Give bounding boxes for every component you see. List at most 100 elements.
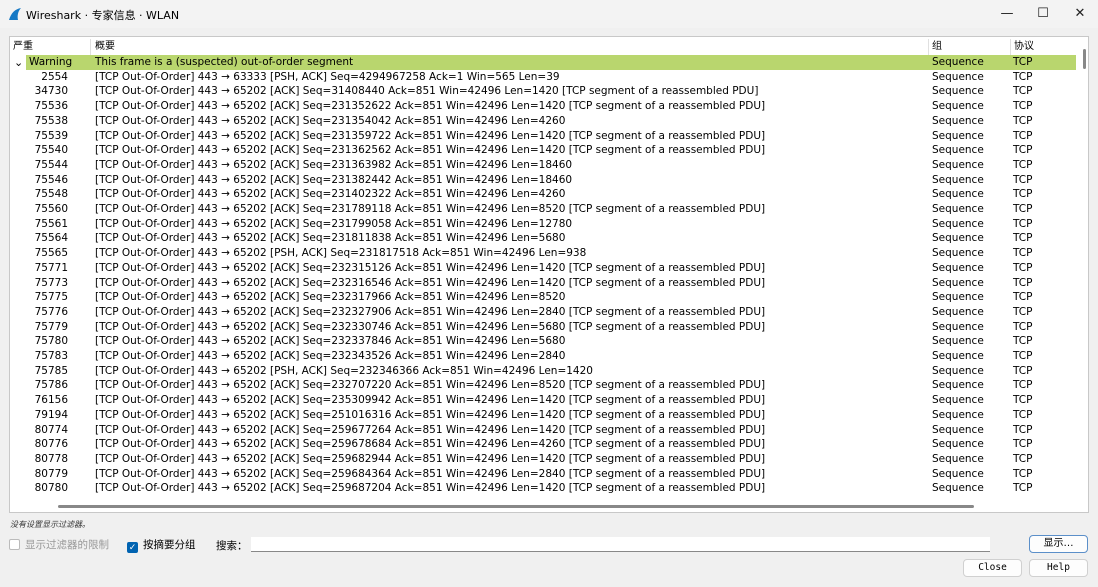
table-row[interactable]: 75536 [TCP Out-Of-Order] 443 → 65202 [AC… (10, 99, 1076, 114)
group-row-warning[interactable]: Warning This frame is a (suspected) out-… (26, 55, 1076, 70)
summary-cell: [TCP Out-Of-Order] 443 → 65202 [ACK] Seq… (95, 350, 566, 362)
table-row[interactable]: 80776 [TCP Out-Of-Order] 443 → 65202 [AC… (10, 437, 1076, 452)
frame-number-cell: 75540 (34, 144, 68, 157)
table-row[interactable]: 75538 [TCP Out-Of-Order] 443 → 65202 [AC… (10, 114, 1076, 129)
table-row[interactable]: 75548 [TCP Out-Of-Order] 443 → 65202 [AC… (10, 187, 1076, 202)
table-row[interactable]: 75544 [TCP Out-Of-Order] 443 → 65202 [AC… (10, 158, 1076, 173)
column-divider[interactable] (928, 39, 929, 55)
expand-chevron-icon[interactable]: ⌄ (14, 56, 23, 69)
wireshark-logo-icon (9, 8, 21, 20)
table-row[interactable]: 80780 [TCP Out-Of-Order] 443 → 65202 [AC… (10, 481, 1076, 496)
frame-number-cell: 75780 (34, 335, 68, 348)
table-row[interactable]: 75779 [TCP Out-Of-Order] 443 → 65202 [AC… (10, 320, 1076, 335)
protocol-cell: TCP (1013, 85, 1033, 98)
group-cell: Sequence (932, 291, 984, 304)
table-row[interactable]: 79194 [TCP Out-Of-Order] 443 → 65202 [AC… (10, 408, 1076, 423)
table-row[interactable]: 75776 [TCP Out-Of-Order] 443 → 65202 [AC… (10, 305, 1076, 320)
frame-number-cell: 75546 (34, 173, 68, 186)
table-row[interactable]: 75783 [TCP Out-Of-Order] 443 → 65202 [AC… (10, 349, 1076, 364)
frame-number-cell: 75561 (34, 217, 68, 230)
table-row[interactable]: 75771 [TCP Out-Of-Order] 443 → 65202 [AC… (10, 261, 1076, 276)
table-row[interactable]: 75773 [TCP Out-Of-Order] 443 → 65202 [AC… (10, 276, 1076, 291)
frame-number-cell: 75776 (34, 305, 68, 318)
summary-cell: [TCP Out-Of-Order] 443 → 65202 [ACK] Seq… (95, 232, 566, 245)
frame-number-cell: 75773 (34, 276, 68, 289)
group-cell: Sequence (932, 158, 984, 171)
summary-cell: [TCP Out-Of-Order] 443 → 65202 [ACK] Seq… (95, 276, 766, 289)
expert-info-table[interactable]: 严重 概要 组 协议 ⌄ Warning This frame is a (su… (9, 36, 1089, 513)
group-by-summary-checkbox[interactable]: ✓ 按摘要分组 (127, 538, 196, 553)
horizontal-scrollbar[interactable] (58, 505, 974, 508)
table-row[interactable]: 75561 [TCP Out-Of-Order] 443 → 65202 [AC… (10, 217, 1076, 232)
table-row[interactable]: 80779 [TCP Out-Of-Order] 443 → 65202 [AC… (10, 467, 1076, 482)
table-row[interactable]: 75780 [TCP Out-Of-Order] 443 → 65202 [AC… (10, 334, 1076, 349)
minimize-button[interactable]: — (989, 2, 1025, 26)
summary-cell: [TCP Out-Of-Order] 443 → 65202 [ACK] Seq… (95, 158, 573, 171)
protocol-cell: TCP (1013, 276, 1033, 289)
filter-status-text: 没有设置显示过滤器。 (10, 520, 90, 529)
group-cell: Sequence (932, 423, 984, 436)
protocol-cell: TCP (1013, 173, 1033, 186)
table-row[interactable]: 76156 [TCP Out-Of-Order] 443 → 65202 [AC… (10, 393, 1076, 408)
protocol-cell: TCP (1013, 452, 1033, 465)
summary-cell: [TCP Out-Of-Order] 443 → 65202 [ACK] Seq… (95, 394, 766, 407)
protocol-cell: TCP (1013, 305, 1033, 318)
protocol-cell: TCP (1013, 70, 1033, 83)
summary-cell: [TCP Out-Of-Order] 443 → 65202 [PSH, ACK… (95, 247, 587, 260)
frame-number-cell: 79194 (34, 408, 68, 421)
summary-cell: [TCP Out-Of-Order] 443 → 65202 [ACK] Seq… (95, 335, 566, 348)
close-button[interactable]: Close (963, 559, 1022, 577)
summary-cell: [TCP Out-Of-Order] 443 → 65202 [ACK] Seq… (95, 438, 766, 451)
table-row[interactable]: 75785 [TCP Out-Of-Order] 443 → 65202 [PS… (10, 364, 1076, 379)
group-cell: Sequence (932, 467, 984, 480)
frame-number-cell: 80778 (34, 452, 68, 465)
table-row[interactable]: 80774 [TCP Out-Of-Order] 443 → 65202 [AC… (10, 423, 1076, 438)
search-input[interactable] (251, 537, 990, 552)
table-row[interactable]: 75560 [TCP Out-Of-Order] 443 → 65202 [AC… (10, 202, 1076, 217)
frame-number-cell: 75775 (34, 291, 68, 304)
group-cell: Sequence (932, 56, 984, 68)
table-row[interactable]: 34730 [TCP Out-Of-Order] 443 → 65202 [AC… (10, 84, 1076, 99)
frame-number-cell: 75785 (34, 364, 68, 377)
protocol-cell: TCP (1013, 364, 1033, 377)
table-row[interactable]: 2554 [TCP Out-Of-Order] 443 → 63333 [PSH… (10, 70, 1076, 85)
group-cell: Sequence (932, 335, 984, 348)
table-row[interactable]: 75565 [TCP Out-Of-Order] 443 → 65202 [PS… (10, 246, 1076, 261)
close-window-button[interactable]: ✕ (1062, 2, 1098, 26)
column-header-severity[interactable]: 严重 (13, 39, 33, 55)
column-header-group[interactable]: 组 (932, 39, 942, 55)
group-cell: Sequence (932, 364, 984, 377)
limit-to-filter-checkbox[interactable]: 显示过滤器的限制 (9, 538, 109, 552)
table-row[interactable]: 75539 [TCP Out-Of-Order] 443 → 65202 [AC… (10, 129, 1076, 144)
help-button[interactable]: Help (1029, 559, 1088, 577)
protocol-cell: TCP (1013, 408, 1033, 421)
group-cell: Sequence (932, 232, 984, 245)
summary-cell: [TCP Out-Of-Order] 443 → 65202 [ACK] Seq… (95, 482, 766, 495)
protocol-cell: TCP (1013, 217, 1033, 230)
maximize-button[interactable]: ☐ (1025, 2, 1061, 26)
table-row[interactable]: 75775 [TCP Out-Of-Order] 443 → 65202 [AC… (10, 290, 1076, 305)
table-row[interactable]: 75786 [TCP Out-Of-Order] 443 → 65202 [AC… (10, 378, 1076, 393)
table-row[interactable]: 75540 [TCP Out-Of-Order] 443 → 65202 [AC… (10, 143, 1076, 158)
table-row[interactable]: 75546 [TCP Out-Of-Order] 443 → 65202 [AC… (10, 173, 1076, 188)
group-by-summary-label: 按摘要分组 (143, 539, 196, 551)
severity-cell: Warning (29, 56, 73, 68)
group-cell: Sequence (932, 452, 984, 465)
column-header-summary[interactable]: 概要 (95, 39, 115, 55)
frame-number-cell: 80779 (34, 467, 68, 480)
show-button[interactable]: 显示… (1029, 535, 1088, 553)
group-cell: Sequence (932, 438, 984, 451)
protocol-cell: TCP (1013, 203, 1033, 215)
column-divider[interactable] (1010, 39, 1011, 55)
vertical-scrollbar[interactable] (1083, 49, 1086, 69)
group-cell: Sequence (932, 129, 984, 142)
table-row[interactable]: 75564 [TCP Out-Of-Order] 443 → 65202 [AC… (10, 231, 1076, 246)
protocol-cell: TCP (1013, 482, 1033, 495)
table-row[interactable]: 80778 [TCP Out-Of-Order] 443 → 65202 [AC… (10, 452, 1076, 467)
column-divider[interactable] (90, 39, 91, 55)
summary-cell: [TCP Out-Of-Order] 443 → 65202 [ACK] Seq… (95, 188, 566, 201)
protocol-cell: TCP (1013, 232, 1033, 245)
summary-cell: [TCP Out-Of-Order] 443 → 65202 [ACK] Seq… (95, 261, 766, 274)
column-header-protocol[interactable]: 协议 (1014, 39, 1034, 55)
summary-cell: This frame is a (suspected) out-of-order… (95, 56, 354, 68)
